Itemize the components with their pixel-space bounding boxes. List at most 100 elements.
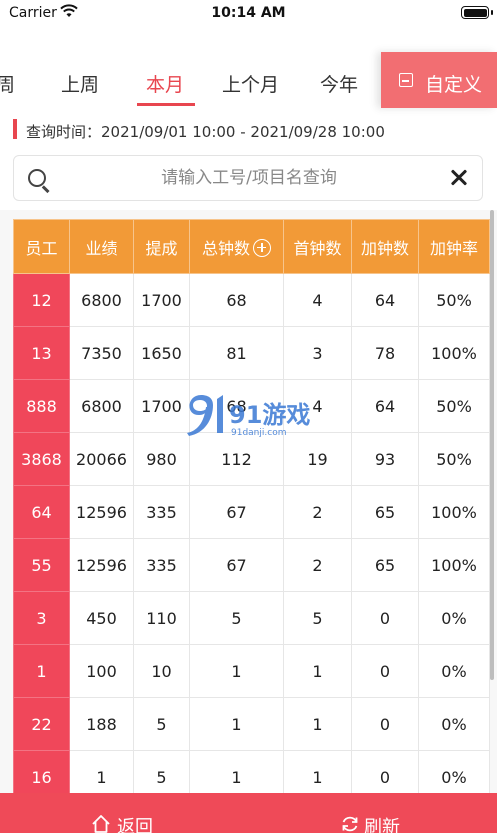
table-scrollbar[interactable]	[490, 210, 494, 680]
cell-commission: 335	[133, 485, 190, 539]
cell-first-clocks: 1	[283, 697, 352, 751]
cell-first-clocks: 4	[283, 273, 352, 327]
cell-employee-id: 3	[13, 591, 70, 645]
cell-extra-rate: 50%	[418, 273, 490, 327]
cell-extra-rate: 0%	[418, 644, 490, 698]
cell-extra-clocks: 0	[351, 750, 419, 793]
table-row[interactable]: 22 188 5 1 1 0 0%	[13, 697, 490, 751]
cell-extra-clocks: 0	[351, 697, 419, 751]
calendar-icon	[399, 73, 413, 87]
table-row[interactable]: 13 7350 1650 81 3 78 100%	[13, 326, 490, 380]
tab-week[interactable]: 周	[0, 70, 15, 97]
cell-first-clocks: 1	[283, 750, 352, 793]
tab-last-month[interactable]: 上个月	[222, 70, 279, 97]
plus-circle-icon[interactable]	[253, 238, 271, 257]
cell-extra-rate: 0%	[418, 591, 490, 645]
cell-extra-rate: 100%	[418, 485, 490, 539]
cell-employee-id: 16	[13, 750, 70, 793]
col-header-commission: 提成	[133, 219, 190, 274]
cell-first-clocks: 5	[283, 591, 352, 645]
cell-extra-clocks: 64	[351, 273, 419, 327]
search-icon	[28, 169, 46, 187]
col-header-first-clocks: 首钟数	[283, 219, 352, 274]
cell-employee-id: 55	[13, 538, 70, 592]
cell-first-clocks: 2	[283, 538, 352, 592]
cell-employee-id: 64	[13, 485, 70, 539]
stats-table: 员工 业绩 提成 总钟数 首钟数 加钟数 加钟率 12 6800 1700 68 4 64…	[13, 219, 490, 793]
cell-performance: 6800	[69, 379, 134, 433]
refresh-button[interactable]: 刷新	[364, 813, 400, 833]
cell-total-clocks: 5	[189, 591, 284, 645]
query-time-range: 2021/09/01 10:00 - 2021/09/28 10:00	[101, 123, 385, 141]
table-row[interactable]: 888 6800 1700 68 4 64 50%	[13, 379, 490, 433]
cell-extra-clocks: 78	[351, 326, 419, 380]
cell-performance: 20066	[69, 432, 134, 486]
table-row[interactable]: 12 6800 1700 68 4 64 50%	[13, 273, 490, 327]
cell-total-clocks: 112	[189, 432, 284, 486]
cell-commission: 335	[133, 538, 190, 592]
cell-performance: 12596	[69, 485, 134, 539]
table-row[interactable]: 1 100 10 1 1 0 0%	[13, 644, 490, 698]
cell-extra-clocks: 65	[351, 538, 419, 592]
table-row[interactable]: 3 450 110 5 5 0 0%	[13, 591, 490, 645]
col-header-total-clocks[interactable]: 总钟数	[189, 219, 284, 274]
cell-extra-clocks: 64	[351, 379, 419, 433]
cell-total-clocks: 1	[189, 750, 284, 793]
cell-commission: 5	[133, 750, 190, 793]
cell-employee-id: 1	[13, 644, 70, 698]
stats-table-area[interactable]: 员工 业绩 提成 总钟数 首钟数 加钟数 加钟率 12 6800 1700 68 4 64…	[0, 210, 497, 793]
cell-first-clocks: 3	[283, 326, 352, 380]
cell-employee-id: 888	[13, 379, 70, 433]
table-row[interactable]: 55 12596 335 67 2 65 100%	[13, 538, 490, 592]
custom-range-label: 自定义	[425, 74, 483, 96]
cell-commission: 10	[133, 644, 190, 698]
table-row[interactable]: 3868 20066 980 112 19 93 50%	[13, 432, 490, 486]
back-button[interactable]: 返回	[117, 813, 153, 833]
home-icon[interactable]	[91, 814, 111, 833]
cell-first-clocks: 4	[283, 379, 352, 433]
cell-total-clocks: 67	[189, 538, 284, 592]
battery-icon	[461, 6, 493, 19]
cell-first-clocks: 19	[283, 432, 352, 486]
cell-extra-rate: 0%	[418, 750, 490, 793]
query-time-label: 查询时间：	[26, 123, 102, 141]
cell-performance: 1	[69, 750, 134, 793]
refresh-icon[interactable]	[340, 814, 360, 833]
cell-extra-rate: 100%	[418, 326, 490, 380]
cell-total-clocks: 1	[189, 697, 284, 751]
cell-employee-id: 12	[13, 273, 70, 327]
clear-icon[interactable]	[448, 167, 470, 189]
cell-performance: 12596	[69, 538, 134, 592]
custom-range-button[interactable]: 自定义	[381, 52, 497, 108]
cell-total-clocks: 1	[189, 644, 284, 698]
table-row[interactable]: 16 1 5 1 1 0 0%	[13, 750, 490, 793]
tab-this-month[interactable]: 本月	[146, 70, 184, 97]
table-row[interactable]: 64 12596 335 67 2 65 100%	[13, 485, 490, 539]
query-time: 查询时间：2021/09/01 10:00 - 2021/09/28 10:00	[26, 121, 385, 142]
cell-employee-id: 13	[13, 326, 70, 380]
cell-performance: 188	[69, 697, 134, 751]
active-tab-indicator	[137, 103, 195, 106]
cell-commission: 1700	[133, 273, 190, 327]
search-input[interactable]	[74, 164, 424, 192]
bottom-bar: 返回 刷新	[0, 793, 497, 833]
cell-extra-clocks: 0	[351, 644, 419, 698]
cell-total-clocks: 81	[189, 326, 284, 380]
cell-extra-clocks: 65	[351, 485, 419, 539]
status-bar: Carrier 10:14 AM	[0, 0, 497, 28]
cell-extra-clocks: 93	[351, 432, 419, 486]
cell-commission: 5	[133, 697, 190, 751]
cell-total-clocks: 68	[189, 379, 284, 433]
col-header-total-clocks-label: 总钟数	[201, 238, 250, 258]
col-header-extra-rate: 加钟率	[418, 219, 490, 274]
tab-this-year[interactable]: 今年	[320, 70, 358, 97]
cell-total-clocks: 67	[189, 485, 284, 539]
cell-extra-clocks: 0	[351, 591, 419, 645]
cell-commission: 1650	[133, 326, 190, 380]
cell-commission: 1700	[133, 379, 190, 433]
query-accent-bar	[13, 119, 17, 139]
cell-extra-rate: 50%	[418, 379, 490, 433]
cell-extra-rate: 50%	[418, 432, 490, 486]
cell-first-clocks: 2	[283, 485, 352, 539]
tab-last-week[interactable]: 上周	[61, 70, 99, 97]
